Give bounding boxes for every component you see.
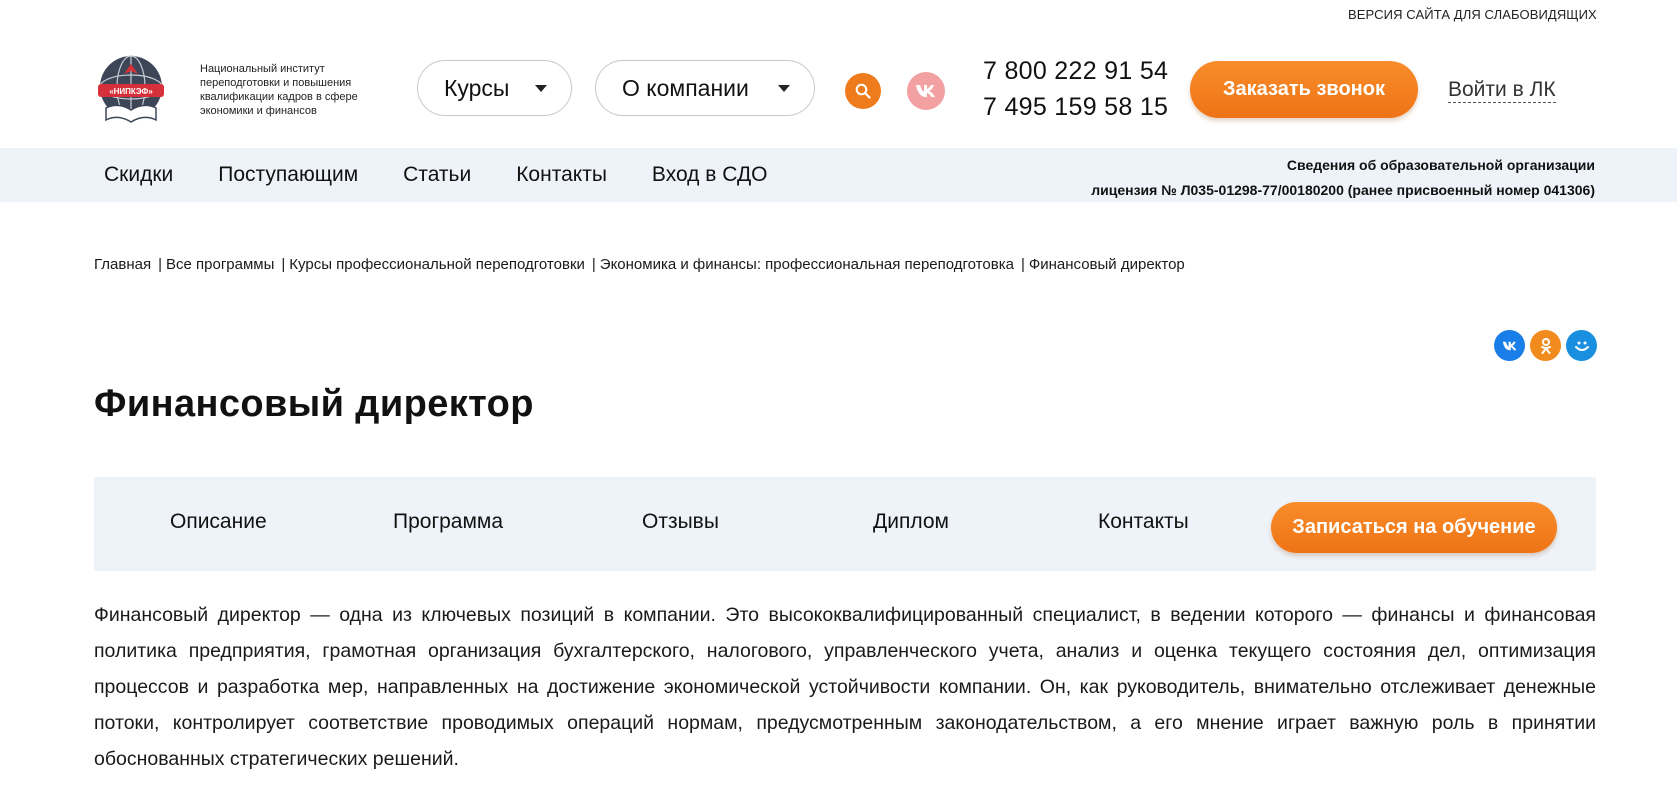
breadcrumb-separator: | — [281, 256, 286, 273]
vk-icon — [916, 85, 935, 97]
vk-icon — [1502, 341, 1516, 350]
chevron-down-icon — [535, 85, 547, 92]
breadcrumb-item[interactable]: Экономика и финансы: профессиональная пе… — [600, 256, 1014, 273]
callback-button[interactable]: Заказать звонок — [1190, 61, 1418, 118]
search-icon — [855, 83, 871, 99]
institute-logo[interactable]: «НИПКЭФ» — [94, 52, 168, 126]
login-link[interactable]: Войти в ЛК — [1448, 78, 1556, 103]
chevron-down-icon — [778, 85, 790, 92]
breadcrumb-separator: | — [1020, 256, 1025, 273]
org-info-link[interactable]: Сведения об образовательной организации — [1091, 153, 1595, 178]
company-menu-button[interactable]: О компании — [595, 60, 815, 116]
courses-menu-button[interactable]: Курсы — [417, 60, 572, 116]
main-navbar: Скидки Поступающим Статьи Контакты Вход … — [0, 148, 1677, 202]
courses-menu-label: Курсы — [444, 74, 510, 101]
tab-diploma[interactable]: Диплом — [873, 510, 949, 534]
phone-number-2[interactable]: 7 495 159 58 15 — [983, 89, 1168, 125]
program-tabs: Описание Программа Отзывы Диплом Контакт… — [94, 477, 1596, 571]
nav-item-contacts[interactable]: Контакты — [516, 163, 607, 187]
share-buttons — [1494, 330, 1597, 361]
tab-reviews[interactable]: Отзывы — [642, 510, 719, 534]
breadcrumb-current: Финансовый директор — [1028, 256, 1185, 273]
logo-badge-text: «НИПКЭФ» — [109, 87, 153, 96]
phone-numbers: 7 800 222 91 54 7 495 159 58 15 — [983, 53, 1168, 125]
share-vk-button[interactable] — [1494, 330, 1525, 361]
share-moimir-button[interactable] — [1566, 330, 1597, 361]
moimir-icon — [1574, 341, 1589, 351]
share-ok-button[interactable] — [1530, 330, 1561, 361]
tab-contacts[interactable]: Контакты — [1098, 510, 1189, 534]
vision-version-link[interactable]: ВЕРСИЯ САЙТА ДЛЯ СЛАБОВИДЯЩИХ — [1348, 7, 1597, 22]
breadcrumb-separator: | — [158, 256, 162, 273]
phone-number-1[interactable]: 7 800 222 91 54 — [983, 53, 1168, 89]
page-title: Финансовый директор — [94, 383, 534, 425]
search-button[interactable] — [845, 73, 881, 109]
tab-description[interactable]: Описание — [170, 510, 267, 534]
tab-program[interactable]: Программа — [393, 510, 503, 534]
company-menu-label: О компании — [622, 74, 749, 101]
vk-link-button[interactable] — [907, 72, 945, 110]
enroll-button[interactable]: Записаться на обучение — [1271, 502, 1557, 553]
breadcrumb-item[interactable]: Главная — [94, 256, 151, 273]
nav-item-applicants[interactable]: Поступающим — [218, 163, 358, 187]
breadcrumb: Главная | Все программы | Курсы професси… — [94, 256, 1185, 273]
nav-items: Скидки Поступающим Статьи Контакты Вход … — [104, 163, 768, 187]
license-info: Сведения об образовательной организации … — [1091, 153, 1595, 203]
program-description: Финансовый директор — одна из ключевых п… — [94, 604, 1596, 770]
breadcrumb-separator: | — [591, 256, 596, 273]
nav-item-sdo-login[interactable]: Вход в СДО — [652, 163, 768, 187]
breadcrumb-item[interactable]: Все программы — [166, 256, 274, 273]
breadcrumb-item[interactable]: Курсы профессиональной переподготовки — [289, 256, 585, 273]
nav-item-discounts[interactable]: Скидки — [104, 163, 173, 187]
odnoklassniki-icon — [1540, 337, 1551, 354]
logo-text: Национальный институт переподготовки и п… — [200, 63, 358, 117]
nav-item-articles[interactable]: Статьи — [403, 163, 471, 187]
license-number: лицензия № Л035-01298-77/00180200 (ранее… — [1091, 182, 1595, 198]
